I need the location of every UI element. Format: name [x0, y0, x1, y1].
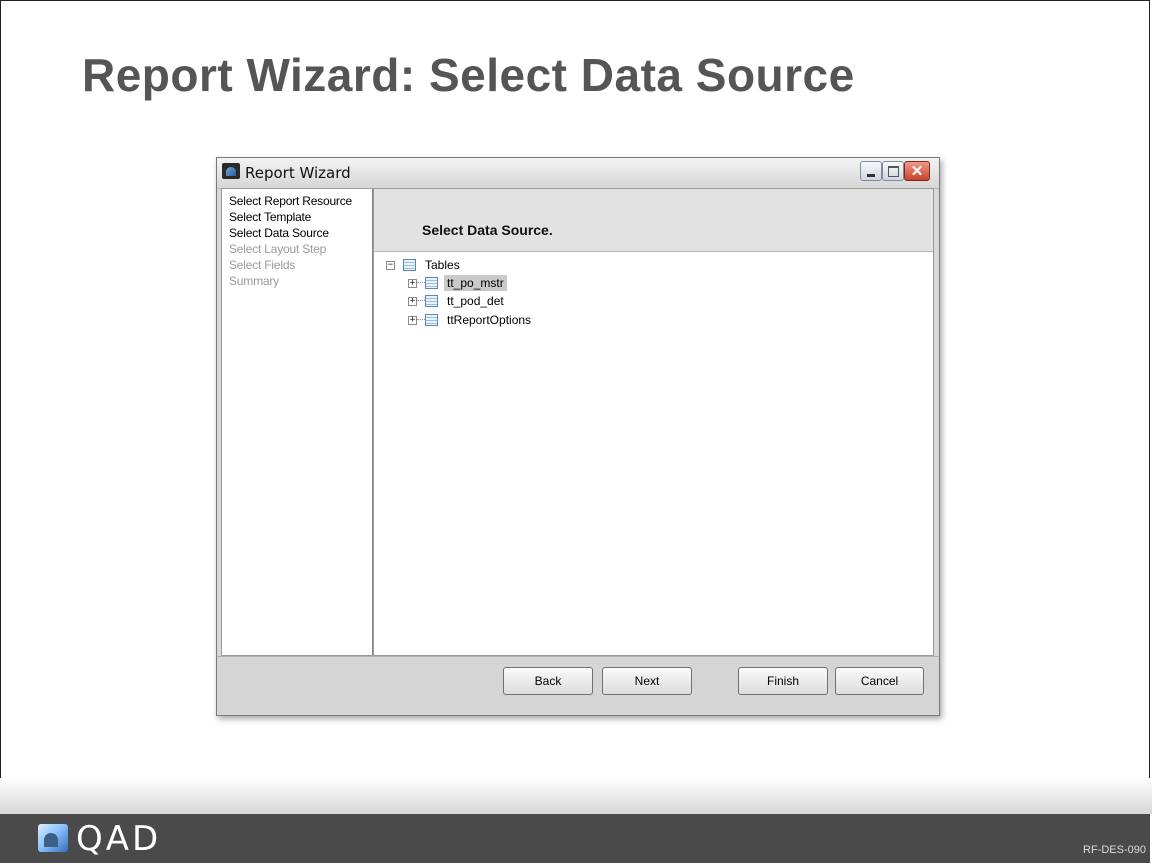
tree-node-label: Tables	[425, 258, 460, 272]
wizard-footer: Back Next Finish Cancel	[217, 656, 939, 715]
brand-bar: QAD RF-DES-090	[0, 814, 1150, 863]
back-button[interactable]: Back	[503, 667, 593, 695]
wizard-content-pane: Select Data Source. − Tables + tt_po_mst…	[372, 188, 934, 656]
window-title: Report Wizard	[245, 164, 351, 182]
report-wizard-window: Report Wizard ✕ Select Report Resource S…	[216, 157, 940, 716]
expand-icon[interactable]: +	[408, 278, 417, 288]
step-select-template: Select Template	[229, 210, 312, 224]
close-button[interactable]: ✕	[904, 161, 930, 181]
step-summary: Summary	[229, 274, 279, 288]
tree-node-label: ttReportOptions	[447, 313, 532, 327]
collapse-icon[interactable]: −	[386, 260, 395, 270]
expand-icon[interactable]: +	[408, 315, 417, 325]
finish-button[interactable]: Finish	[738, 667, 828, 695]
tree-node-ttreportoptions[interactable]: + ttReportOptions	[408, 311, 534, 329]
step-select-report-resource: Select Report Resource	[229, 194, 352, 208]
tree-node-tt-pod-det[interactable]: + tt_pod_det	[408, 292, 507, 310]
step-select-fields: Select Fields	[229, 258, 296, 272]
tree-node-tt-po-mstr[interactable]: + tt_po_mstr	[408, 274, 507, 292]
tree-node-label: tt_pod_det	[447, 294, 504, 308]
table-icon	[425, 314, 438, 326]
app-icon	[222, 163, 240, 179]
step-select-layout-step: Select Layout Step	[229, 242, 327, 256]
expand-icon[interactable]: +	[408, 296, 417, 306]
minimize-icon	[867, 173, 875, 177]
content-header-title: Select Data Source.	[422, 222, 553, 238]
slide-title: Report Wizard: Select Data Source	[82, 49, 855, 101]
footer-gradient	[0, 778, 1152, 814]
step-select-data-source: Select Data Source	[229, 226, 329, 240]
data-source-tree: − Tables + tt_po_mstr + tt_pod_det + ttR…	[374, 252, 933, 655]
window-titlebar[interactable]: Report Wizard ✕	[217, 158, 939, 189]
minimize-button[interactable]	[860, 161, 882, 181]
content-header: Select Data Source.	[374, 189, 933, 252]
wizard-steps-pane: Select Report Resource Select Template S…	[221, 188, 373, 656]
qad-logo-icon	[38, 824, 68, 852]
cancel-button[interactable]: Cancel	[835, 667, 924, 695]
tree-node-tables[interactable]: − Tables	[386, 256, 463, 274]
qad-logo-text: QAD	[76, 819, 162, 859]
maximize-button[interactable]	[882, 161, 904, 181]
table-icon	[403, 259, 416, 271]
close-icon: ✕	[910, 162, 924, 180]
table-icon	[425, 277, 438, 289]
table-icon	[425, 295, 438, 307]
slide-code: RF-DES-090	[1083, 844, 1146, 856]
tree-node-label: tt_po_mstr	[444, 275, 507, 291]
maximize-icon	[887, 165, 899, 177]
next-button[interactable]: Next	[602, 667, 692, 695]
